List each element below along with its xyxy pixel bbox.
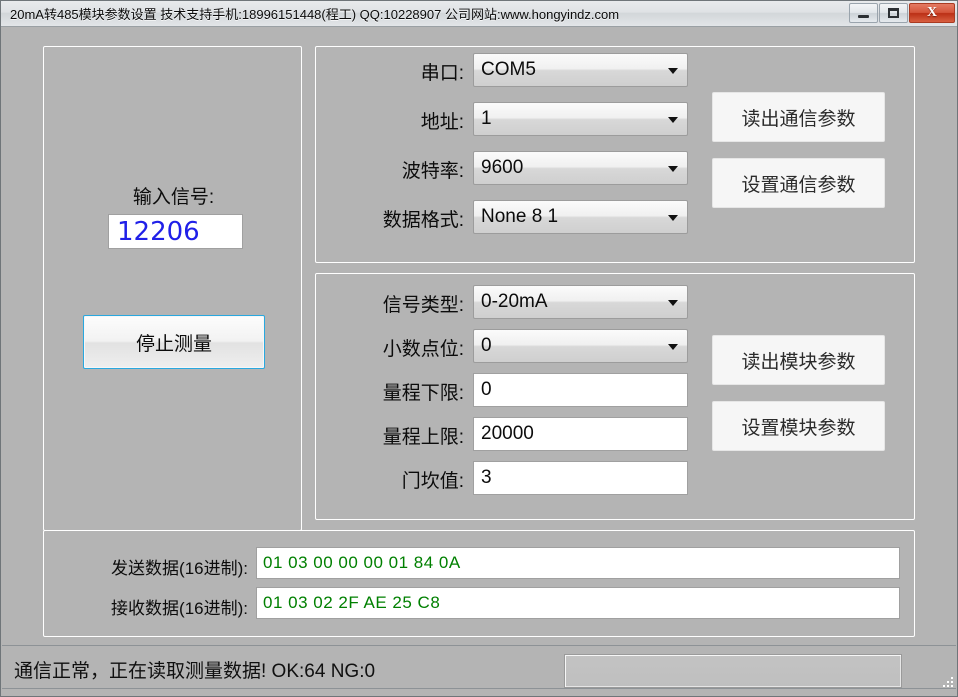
chevron-down-icon — [668, 215, 678, 221]
range-high-value: 20000 — [481, 423, 534, 445]
serial-port-value: COM5 — [481, 59, 536, 81]
data-format-combo[interactable]: None 8 1 — [473, 200, 688, 234]
data-monitor-group: 发送数据(16进制): 01 03 00 00 00 01 84 0A 接收数据… — [43, 530, 915, 637]
chevron-down-icon — [668, 117, 678, 123]
threshold-input[interactable]: 3 — [473, 461, 688, 495]
title-bar: 20mA转485模块参数设置 技术支持手机:18996151448(程工) QQ… — [1, 1, 957, 27]
set-module-params-button[interactable]: 设置模块参数 — [712, 401, 885, 451]
communication-parameters-group: 串口: COM5 地址: 1 波特率: 9600 数据格式: None 8 1 … — [315, 46, 915, 263]
serial-port-combo[interactable]: COM5 — [473, 53, 688, 87]
baudrate-value: 9600 — [481, 157, 523, 179]
baudrate-label: 波特率: — [316, 156, 464, 183]
signal-type-combo[interactable]: 0-20mA — [473, 285, 688, 319]
range-low-input[interactable]: 0 — [473, 373, 688, 407]
read-comm-params-button[interactable]: 读出通信参数 — [712, 92, 885, 142]
chevron-down-icon — [668, 300, 678, 306]
input-signal-label: 输入信号: — [44, 182, 303, 209]
window-title: 20mA转485模块参数设置 技术支持手机:18996151448(程工) QQ… — [1, 4, 619, 23]
receive-data-value: 01 03 02 2F AE 25 C8 — [263, 593, 440, 613]
decimal-point-combo[interactable]: 0 — [473, 329, 688, 363]
input-signal-display: 12206 — [108, 214, 243, 249]
address-combo[interactable]: 1 — [473, 102, 688, 136]
address-label: 地址: — [316, 107, 464, 134]
status-message: 通信正常，正在读取测量数据! OK:64 NG:0 — [14, 656, 375, 683]
minimize-icon — [858, 15, 869, 18]
close-button[interactable]: X — [909, 3, 955, 23]
window-controls: X — [849, 3, 955, 23]
read-module-params-button[interactable]: 读出模块参数 — [712, 335, 885, 385]
send-data-field[interactable]: 01 03 00 00 00 01 84 0A — [256, 547, 900, 579]
data-format-label: 数据格式: — [316, 205, 464, 232]
data-format-value: None 8 1 — [481, 206, 558, 228]
chevron-down-icon — [668, 344, 678, 350]
threshold-value: 3 — [481, 467, 492, 489]
range-high-label: 量程上限: — [316, 422, 464, 449]
maximize-icon — [888, 8, 899, 18]
send-data-value: 01 03 00 00 00 01 84 0A — [263, 553, 461, 573]
input-signal-group: 输入信号: 12206 停止测量 — [43, 46, 302, 531]
threshold-label: 门坎值: — [316, 466, 464, 493]
range-low-label: 量程下限: — [316, 378, 464, 405]
send-data-label: 发送数据(16进制): — [56, 554, 248, 579]
module-parameters-group: 信号类型: 0-20mA 小数点位: 0 量程下限: 0 量程上限: 20000… — [315, 273, 915, 520]
range-high-input[interactable]: 20000 — [473, 417, 688, 451]
decimal-point-value: 0 — [481, 335, 492, 357]
client-area: 输入信号: 12206 停止测量 串口: COM5 地址: 1 波特率: 960… — [2, 28, 956, 696]
progress-bar — [564, 654, 902, 688]
maximize-button[interactable] — [879, 3, 908, 23]
signal-type-value: 0-20mA — [481, 291, 548, 313]
minimize-button[interactable] — [849, 3, 878, 23]
baudrate-combo[interactable]: 9600 — [473, 151, 688, 185]
close-icon: X — [927, 6, 937, 20]
address-value: 1 — [481, 108, 492, 130]
serial-port-label: 串口: — [316, 58, 464, 85]
signal-type-label: 信号类型: — [316, 290, 464, 317]
chevron-down-icon — [668, 68, 678, 74]
decimal-point-label: 小数点位: — [316, 334, 464, 361]
receive-data-label: 接收数据(16进制): — [56, 594, 248, 619]
status-bar: 通信正常，正在读取测量数据! OK:64 NG:0 — [2, 645, 956, 695]
resize-grip-icon[interactable] — [940, 674, 953, 687]
input-signal-value: 12206 — [109, 219, 200, 245]
stop-measure-button[interactable]: 停止测量 — [83, 315, 265, 369]
chevron-down-icon — [668, 166, 678, 172]
range-low-value: 0 — [481, 379, 492, 401]
set-comm-params-button[interactable]: 设置通信参数 — [712, 158, 885, 208]
application-window: 20mA转485模块参数设置 技术支持手机:18996151448(程工) QQ… — [0, 0, 958, 697]
receive-data-field[interactable]: 01 03 02 2F AE 25 C8 — [256, 587, 900, 619]
